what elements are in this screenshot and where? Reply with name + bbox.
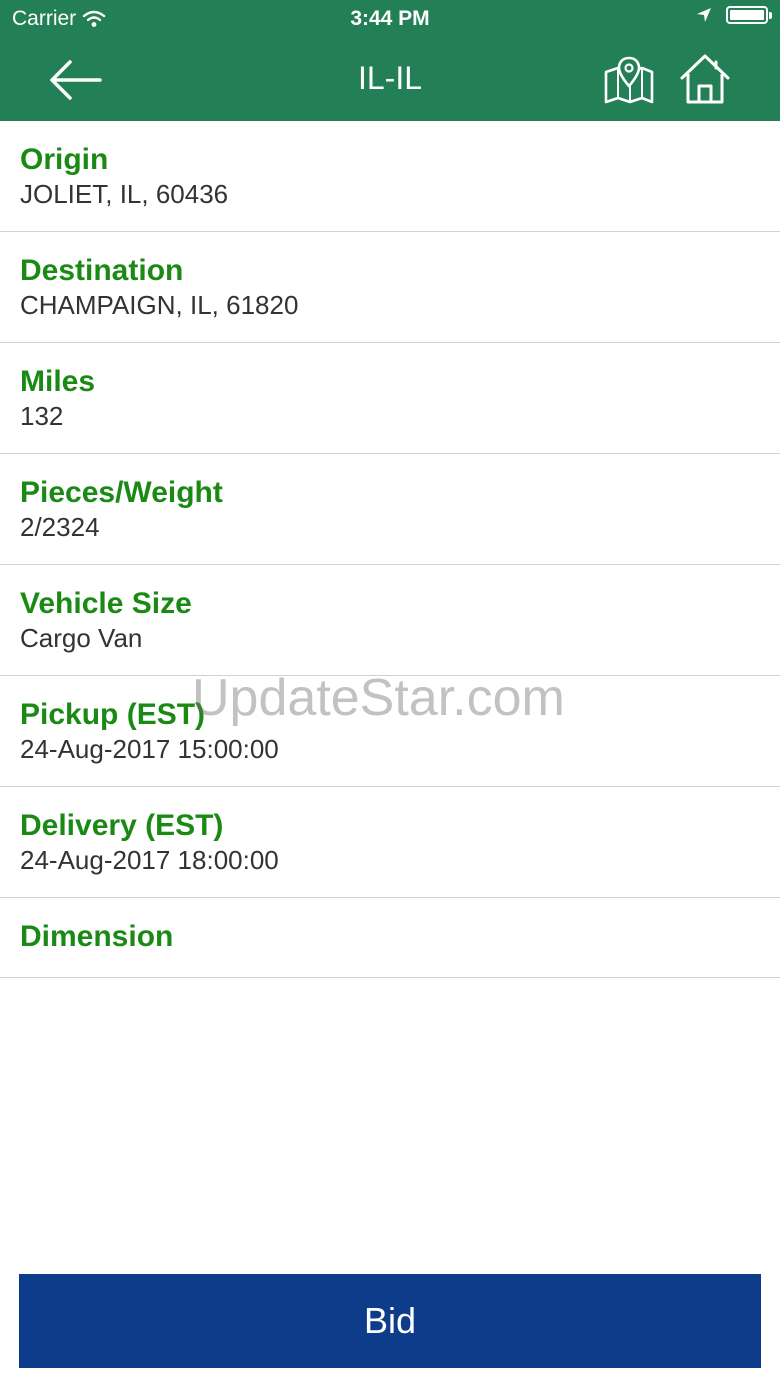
detail-value: JOLIET, IL, 60436 — [20, 179, 229, 209]
detail-label: Delivery (EST) — [20, 809, 224, 842]
load-details-list: Origin JOLIET, IL, 60436 Destination CHA… — [0, 121, 780, 978]
detail-row-miles: Miles 132 — [0, 343, 780, 454]
home-icon[interactable] — [678, 52, 732, 106]
status-bar: Carrier 3:44 PM — [0, 0, 780, 40]
detail-value: 2/2324 — [20, 512, 100, 542]
detail-label: Vehicle Size — [20, 587, 192, 620]
detail-value: 132 — [20, 401, 64, 431]
status-right — [696, 6, 772, 24]
detail-row-delivery: Delivery (EST) 24-Aug-2017 18:00:00 — [0, 787, 780, 898]
detail-row-vehicle-size: Vehicle Size Cargo Van — [0, 565, 780, 676]
detail-label: Origin — [20, 143, 109, 176]
detail-row-dimension[interactable]: Dimension — [0, 898, 780, 978]
map-pin-icon[interactable] — [602, 56, 656, 106]
battery-icon — [726, 6, 772, 24]
detail-value: 24-Aug-2017 18:00:00 — [20, 845, 279, 875]
navigation-bar: IL-IL — [0, 40, 780, 121]
watermark: UpdateStar.com — [192, 669, 565, 727]
app-header: Carrier 3:44 PM IL-IL — [0, 0, 780, 121]
detail-label: Destination — [20, 254, 184, 287]
detail-label: Miles — [20, 365, 96, 398]
detail-value: CHAMPAIGN, IL, 61820 — [20, 290, 299, 320]
detail-row-destination: Destination CHAMPAIGN, IL, 61820 — [0, 232, 780, 343]
detail-row-pieces-weight: Pieces/Weight 2/2324 — [0, 454, 780, 565]
detail-label: Dimension — [20, 920, 174, 953]
detail-label: Pieces/Weight — [20, 476, 223, 509]
detail-row-origin: Origin JOLIET, IL, 60436 — [0, 121, 780, 232]
page-title: IL-IL — [357, 60, 423, 96]
detail-value: 24-Aug-2017 15:00:00 — [20, 734, 279, 764]
detail-value: Cargo Van — [20, 623, 143, 653]
bid-button[interactable]: Bid — [19, 1274, 761, 1368]
location-arrow-icon — [697, 8, 711, 22]
status-time: 3:44 PM — [350, 7, 430, 30]
